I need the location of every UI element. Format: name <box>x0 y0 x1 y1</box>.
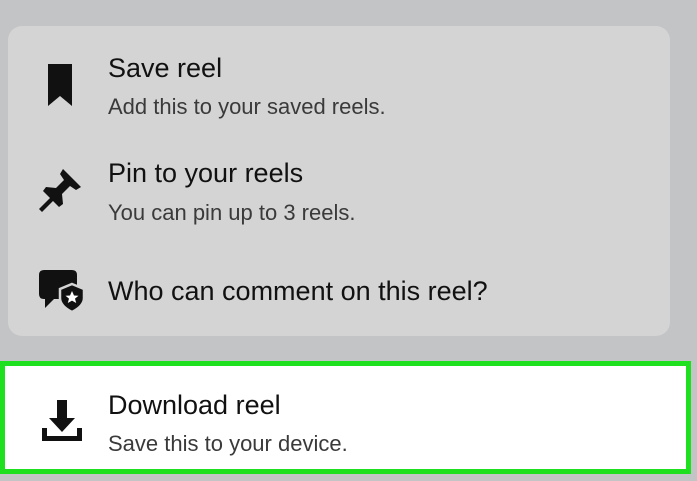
pin-reel-title: Pin to your reels <box>108 158 304 188</box>
download-reel-subtitle: Save this to your device. <box>108 431 348 456</box>
pin-reel-subtitle: You can pin up to 3 reels. <box>108 200 356 225</box>
save-reel-title: Save reel <box>108 53 223 83</box>
download-reel-option[interactable]: Download reel Save this to your device. <box>0 361 691 474</box>
download-reel-title: Download reel <box>108 390 281 420</box>
save-reel-option[interactable]: Save reel Add this to your saved reels. <box>8 26 670 136</box>
save-reel-subtitle: Add this to your saved reels. <box>108 94 386 119</box>
comment-shield-icon <box>36 264 86 314</box>
pin-icon <box>36 164 86 214</box>
reel-options-menu: Save reel Add this to your saved reels. … <box>8 26 670 336</box>
comment-settings-option[interactable]: Who can comment on this reel? <box>8 246 670 336</box>
download-icon <box>37 396 87 446</box>
comment-settings-title: Who can comment on this reel? <box>108 276 488 306</box>
pin-reel-option[interactable]: Pin to your reels You can pin up to 3 re… <box>8 136 670 246</box>
bookmark-icon <box>36 60 86 110</box>
